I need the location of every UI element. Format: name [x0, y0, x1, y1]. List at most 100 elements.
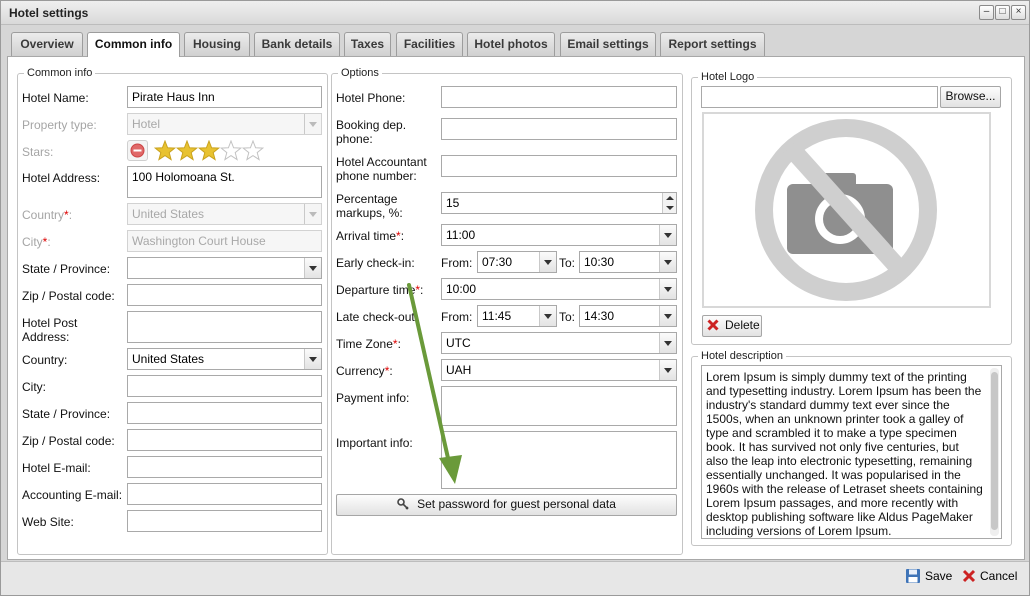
currency-label: Currency*: [336, 364, 393, 378]
minimize-icon[interactable]: – [979, 5, 994, 20]
arrival-time-value: 11:00 [446, 228, 476, 242]
early-from-value: 07:30 [482, 255, 513, 269]
hotel-settings-window: Hotel settings – □ × Overview Common inf… [0, 0, 1030, 596]
city-label: City*: [22, 235, 51, 249]
tab-bank-details[interactable]: Bank details [254, 32, 340, 56]
late-to-label: To: [559, 310, 576, 324]
tab-email-settings[interactable]: Email settings [560, 32, 656, 56]
star-rating[interactable] [154, 140, 264, 161]
zip-input[interactable] [127, 284, 322, 306]
hotel-phone-label: Hotel Phone: [336, 91, 406, 105]
tab-overview[interactable]: Overview [11, 32, 83, 56]
hotel-email-label: Hotel E-mail: [22, 461, 91, 475]
arrival-time-label: Arrival time*: [336, 229, 405, 243]
booking-phone-label-line1: Booking dep. [336, 118, 407, 132]
accountant-phone-input[interactable] [441, 155, 677, 177]
late-from-value: 11:45 [482, 309, 512, 323]
browse-button[interactable]: Browse... [940, 86, 1001, 108]
city2-label: City: [22, 380, 46, 394]
hotel-address-input[interactable]: 100 Holomoana St. [127, 166, 322, 198]
country-value: United States [132, 207, 205, 221]
late-from-select[interactable]: 11:45 [477, 305, 557, 327]
payment-info-label: Payment info: [336, 391, 410, 405]
save-label: Save [925, 569, 953, 583]
window-title: Hotel settings [9, 6, 89, 20]
arrow-annotation [407, 283, 462, 484]
logo-file-input[interactable] [701, 86, 938, 108]
chevron-down-icon [304, 114, 321, 134]
accountant-phone-label-line2: phone number: [336, 169, 417, 183]
booking-phone-label-line2: phone: [336, 132, 373, 146]
hotel-description-textarea[interactable]: Lorem Ipsum is simply dummy text of the … [701, 365, 1002, 539]
footer-bar [1, 561, 1029, 595]
delete-logo-button[interactable]: Delete [702, 315, 762, 337]
arrival-time-select[interactable]: 11:00 [441, 224, 677, 246]
property-type-select[interactable]: Hotel [127, 113, 322, 135]
late-to-select[interactable]: 14:30 [579, 305, 677, 327]
state-label: State / Province: [22, 262, 111, 276]
zip2-label: Zip / Postal code: [22, 434, 115, 448]
common-info-legend: Common info [27, 67, 93, 79]
spinner-icon[interactable] [662, 193, 676, 213]
description-scrollbar[interactable] [990, 368, 999, 536]
accounting-email-input[interactable] [127, 483, 322, 505]
tab-housing[interactable]: Housing [184, 32, 250, 56]
delete-icon [707, 319, 719, 331]
hotel-phone-input[interactable] [441, 86, 677, 108]
city-input[interactable]: Washington Court House [127, 230, 322, 252]
booking-phone-input[interactable] [441, 118, 677, 140]
hotel-name-input[interactable]: Pirate Haus Inn [127, 86, 322, 108]
star-icon[interactable] [176, 140, 198, 161]
no-photo-icon [755, 119, 937, 301]
chevron-down-icon [304, 349, 321, 369]
property-type-value: Hotel [132, 117, 161, 131]
property-type-label: Property type: [22, 118, 97, 132]
set-password-button[interactable]: Set password for guest personal data [336, 494, 677, 516]
zip2-input[interactable] [127, 429, 322, 451]
close-icon[interactable]: × [1011, 5, 1026, 20]
country2-label: Country: [22, 353, 68, 367]
chevron-down-icon [659, 360, 676, 380]
country2-select[interactable]: United States [127, 348, 322, 370]
remove-stars-button[interactable] [127, 140, 148, 161]
star-icon[interactable] [198, 140, 220, 161]
hotel-description-legend: Hotel description [701, 350, 783, 362]
timezone-label: Time Zone*: [336, 337, 401, 351]
arrival-time-label-text: Arrival time [336, 229, 397, 243]
hotel-logo-legend: Hotel Logo [701, 71, 755, 83]
tab-hotel-photos[interactable]: Hotel photos [467, 32, 555, 56]
maximize-icon[interactable]: □ [995, 5, 1010, 20]
early-to-value: 10:30 [584, 255, 615, 269]
chevron-down-icon [539, 306, 556, 326]
stars-label: Stars: [22, 145, 54, 159]
star-icon[interactable] [154, 140, 176, 161]
star-icon[interactable] [220, 140, 242, 161]
key-icon [397, 498, 409, 510]
cancel-label: Cancel [980, 569, 1018, 583]
state-select[interactable] [127, 257, 322, 279]
early-from-select[interactable]: 07:30 [477, 251, 557, 273]
scrollbar-thumb[interactable] [991, 372, 998, 530]
country-select[interactable]: United States [127, 203, 322, 225]
country-label-text: Country [22, 208, 65, 222]
post-address-input[interactable] [127, 311, 322, 343]
state2-input[interactable] [127, 402, 322, 424]
star-icon[interactable] [242, 140, 264, 161]
hotel-email-input[interactable] [127, 456, 322, 478]
save-button[interactable]: Save [905, 567, 955, 587]
chevron-down-icon [304, 204, 321, 224]
tab-facilities[interactable]: Facilities [396, 32, 463, 56]
website-input[interactable] [127, 510, 322, 532]
hotel-name-label: Hotel Name: [22, 91, 89, 105]
tab-taxes[interactable]: Taxes [344, 32, 391, 56]
city2-input[interactable] [127, 375, 322, 397]
chevron-down-icon [539, 252, 556, 272]
cancel-icon [962, 569, 976, 583]
delete-label: Delete [725, 318, 760, 332]
tab-common-info[interactable]: Common info [87, 32, 180, 57]
cancel-button[interactable]: Cancel [962, 567, 1020, 587]
tab-report-settings[interactable]: Report settings [660, 32, 765, 56]
early-to-select[interactable]: 10:30 [579, 251, 677, 273]
currency-label-text: Currency [336, 364, 385, 378]
markup-stepper[interactable]: 15 [441, 192, 677, 214]
